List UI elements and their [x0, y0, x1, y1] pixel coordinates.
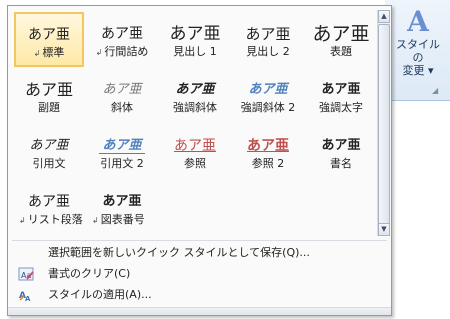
style-subtle-emphasis[interactable]: あア亜 斜体: [87, 68, 157, 123]
style-sample: あア亜: [29, 138, 69, 153]
style-name: 書名: [330, 157, 352, 170]
quick-styles-dropdown: あア亜 ↲ 標準 あア亜 ↲ 行間詰め あア亜 見出し 1 あア亜 見出し 2 あア…: [7, 5, 392, 316]
style-name: 見出し 1: [173, 45, 217, 58]
style-sample: あア亜: [312, 23, 370, 45]
style-name: 参照 2: [251, 157, 285, 170]
style-intense-reference[interactable]: あア亜 参照 2: [233, 124, 303, 179]
style-sample: あア亜: [102, 194, 142, 209]
style-sample: あア亜: [247, 138, 289, 154]
style-name: 強調斜体 2: [240, 101, 296, 114]
save-as-quick-style-item[interactable]: 選択範囲を新しいクイック スタイルとして保存(Q)...: [12, 243, 387, 263]
style-heading-1[interactable]: あア亜 見出し 1: [160, 12, 230, 67]
style-name: 行間詰め: [104, 45, 149, 58]
style-strong[interactable]: あア亜 強調太字: [306, 68, 376, 123]
menu-item-label: 選択範囲を新しいクイック スタイルとして保存(Q)...: [48, 246, 310, 259]
style-sample: あア亜: [174, 138, 216, 154]
style-normal[interactable]: あア亜 ↲ 標準: [14, 12, 84, 67]
style-intense-emphasis[interactable]: あア亜 強調斜体 2: [233, 68, 303, 123]
style-name: 副題: [38, 101, 60, 114]
style-sample: あア亜: [28, 27, 70, 43]
style-sample: あア亜: [169, 24, 221, 44]
svg-text:A: A: [25, 295, 31, 302]
style-quote[interactable]: あア亜 引用文: [14, 124, 84, 179]
style-name: 見出し 2: [246, 45, 290, 58]
menu-item-label: 書式のクリア(C): [48, 267, 131, 280]
paragraph-mark-icon: ↲: [33, 49, 41, 58]
style-subtitle[interactable]: あア亜 副題: [14, 68, 84, 123]
style-emphasis[interactable]: あア亜 強調斜体: [160, 68, 230, 123]
change-styles-button[interactable]: A スタイルの 変更 ▾: [392, 6, 444, 78]
clear-formatting-item[interactable]: Aa 書式のクリア(C): [12, 264, 387, 284]
style-name: 引用文: [32, 157, 66, 170]
scroll-down-button[interactable]: ▼: [378, 223, 390, 236]
style-sample: あア亜: [248, 82, 288, 97]
scroll-up-button[interactable]: ▲: [378, 10, 390, 23]
apply-styles-icon: A A: [18, 288, 34, 303]
style-no-spacing[interactable]: あア亜 ↲ 行間詰め: [87, 12, 157, 67]
style-sample: あア亜: [245, 25, 291, 43]
style-book-title[interactable]: あア亜 書名: [306, 124, 376, 179]
change-styles-label-1: スタイルの: [396, 38, 440, 64]
style-list-paragraph[interactable]: あア亜 ↲ リスト段落: [14, 180, 84, 235]
gallery-scrollbar[interactable]: ▲ ▼: [377, 10, 390, 236]
chevron-down-icon: ▾: [427, 64, 434, 77]
apply-styles-item[interactable]: A A スタイルの適用(A)...: [12, 285, 387, 305]
change-styles-label-2: 変更: [402, 64, 425, 77]
style-name: 標準: [42, 46, 65, 59]
paragraph-mark-icon: ↲: [92, 216, 99, 225]
style-sample: あア亜: [28, 194, 70, 210]
clear-formatting-icon: Aa: [18, 267, 34, 281]
style-title[interactable]: あア亜 表題: [306, 12, 376, 67]
style-subtle-reference[interactable]: あア亜 参照: [160, 124, 230, 179]
paragraph-mark-icon: ↲: [19, 216, 26, 225]
dialog-launcher-icon[interactable]: ◢: [432, 86, 442, 96]
style-name: 参照: [184, 157, 206, 170]
style-sample: あア亜: [175, 82, 215, 97]
menu-separator: [12, 240, 387, 241]
style-caption[interactable]: あア亜 ↲ 図表番号: [87, 180, 157, 235]
style-sample: あア亜: [102, 82, 142, 97]
style-name: 表題: [330, 45, 352, 58]
style-sample: あア亜: [99, 138, 145, 154]
style-name: 強調太字: [319, 101, 363, 114]
style-name: 引用文 2: [100, 157, 144, 170]
style-sample: あア亜: [321, 82, 361, 97]
style-heading-2[interactable]: あア亜 見出し 2: [233, 12, 303, 67]
style-name: 図表番号: [100, 213, 145, 226]
menu-item-label: スタイルの適用(A)...: [48, 288, 152, 301]
style-sample: あア亜: [101, 26, 143, 42]
change-styles-icon: A: [407, 5, 429, 38]
style-name: 強調斜体: [173, 101, 217, 114]
style-name: リスト段落: [27, 213, 83, 226]
style-sample: あア亜: [321, 138, 361, 153]
scrollbar-thumb[interactable]: [378, 24, 390, 224]
paragraph-mark-icon: ↲: [95, 48, 103, 57]
blank-icon: [18, 246, 34, 260]
resize-grip[interactable]: [8, 307, 391, 315]
quick-styles-gallery: あア亜 ↲ 標準 あア亜 ↲ 行間詰め あア亜 見出し 1 あア亜 見出し 2 あア…: [12, 10, 376, 236]
style-intense-quote[interactable]: あア亜 引用文 2: [87, 124, 157, 179]
style-sample: あア亜: [24, 80, 73, 99]
style-name: 斜体: [111, 101, 133, 114]
